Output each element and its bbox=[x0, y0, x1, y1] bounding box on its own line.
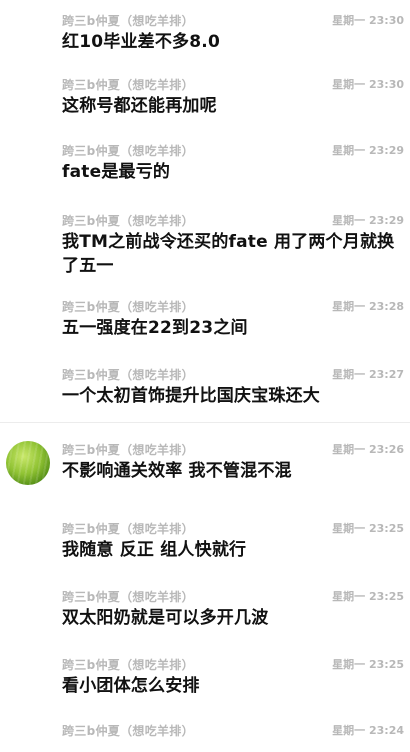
message-sender: 跨三b仲夏（想吃羊排） bbox=[62, 657, 194, 672]
message-item[interactable]: 跨三b仲夏（想吃羊排） 星期一 23:25 我随意 反正 组人快就行 bbox=[0, 506, 410, 572]
message-sender: 跨三b仲夏（想吃羊排） bbox=[62, 367, 194, 382]
avatar[interactable] bbox=[6, 441, 50, 485]
message-text[interactable]: 一个太初首饰提升比国庆宝珠还大 bbox=[62, 384, 404, 408]
message-time: 星期一 23:30 bbox=[332, 78, 404, 91]
message-time: 星期一 23:26 bbox=[332, 443, 404, 456]
message-sender: 跨三b仲夏（想吃羊排） bbox=[62, 143, 194, 158]
message-item[interactable]: 跨三b仲夏（想吃羊排） 星期一 23:25 看小团体怎么安排 bbox=[0, 640, 410, 708]
message-time: 星期一 23:24 bbox=[332, 724, 404, 737]
message-item[interactable]: 跨三b仲夏（想吃羊排） 星期一 23:29 fate是最亏的 bbox=[0, 128, 410, 194]
message-item[interactable]: 跨三b仲夏（想吃羊排） 星期一 23:29 我TM之前战令还买的fate 用了两… bbox=[0, 194, 410, 282]
message-sender: 跨三b仲夏（想吃羊排） bbox=[62, 442, 194, 457]
message-time: 星期一 23:27 bbox=[332, 368, 404, 381]
message-sender: 跨三b仲夏（想吃羊排） bbox=[62, 299, 194, 314]
message-text[interactable]: 我随意 反正 组人快就行 bbox=[62, 538, 404, 562]
message-sender: 跨三b仲夏（想吃羊排） bbox=[62, 77, 194, 92]
message-text[interactable]: 双太阳奶就是可以多开几波 bbox=[62, 606, 404, 630]
message-time: 星期一 23:25 bbox=[332, 590, 404, 603]
message-text[interactable]: 五一强度在22到23之间 bbox=[62, 316, 404, 340]
message-time: 星期一 23:30 bbox=[332, 14, 404, 27]
message-sender: 跨三b仲夏（想吃羊排） bbox=[62, 589, 194, 604]
message-item[interactable]: 跨三b仲夏（想吃羊排） 星期一 23:30 这称号都还能再加呢 bbox=[0, 56, 410, 128]
message-text[interactable]: 我TM之前战令还买的fate 用了两个月就换了五一 bbox=[62, 230, 404, 278]
message-sender: 跨三b仲夏（想吃羊排） bbox=[62, 13, 194, 28]
message-text[interactable]: fate是最亏的 bbox=[62, 160, 404, 184]
message-sender: 跨三b仲夏（想吃羊排） bbox=[62, 213, 194, 228]
message-text[interactable]: 看小团体怎么安排 bbox=[62, 674, 404, 698]
message-time: 星期一 23:25 bbox=[332, 522, 404, 535]
message-item[interactable]: 跨三b仲夏（想吃羊排） 星期一 23:30 红10毕业差不多8.0 bbox=[0, 0, 410, 56]
message-time: 星期一 23:29 bbox=[332, 214, 404, 227]
message-text[interactable]: 不影响通关效率 我不管混不混 bbox=[62, 459, 404, 483]
message-item[interactable]: 跨三b仲夏（想吃羊排） 星期一 23:28 五一强度在22到23之间 bbox=[0, 282, 410, 350]
chat-message-list[interactable]: 跨三b仲夏（想吃羊排） 星期一 23:30 红10毕业差不多8.0 跨三b仲夏（… bbox=[0, 0, 410, 752]
message-sender: 跨三b仲夏（想吃羊排） bbox=[62, 521, 194, 536]
message-item[interactable]: 跨三b仲夏（想吃羊排） 星期一 23:25 双太阳奶就是可以多开几波 bbox=[0, 572, 410, 640]
message-time: 星期一 23:29 bbox=[332, 144, 404, 157]
message-text[interactable]: 这称号都还能再加呢 bbox=[62, 94, 404, 118]
message-time: 星期一 23:25 bbox=[332, 658, 404, 671]
message-sender: 跨三b仲夏（想吃羊排） bbox=[62, 723, 194, 738]
message-text[interactable]: 红10毕业差不多8.0 bbox=[62, 30, 404, 54]
message-item[interactable]: 跨三b仲夏（想吃羊排） 星期一 23:27 一个太初首饰提升比国庆宝珠还大 bbox=[0, 350, 410, 422]
message-item[interactable]: 跨三b仲夏（想吃羊排） 星期一 23:26 不影响通关效率 我不管混不混 bbox=[0, 422, 410, 506]
message-time: 星期一 23:28 bbox=[332, 300, 404, 313]
message-item[interactable]: 跨三b仲夏（想吃羊排） 星期一 23:24 bbox=[0, 708, 410, 752]
